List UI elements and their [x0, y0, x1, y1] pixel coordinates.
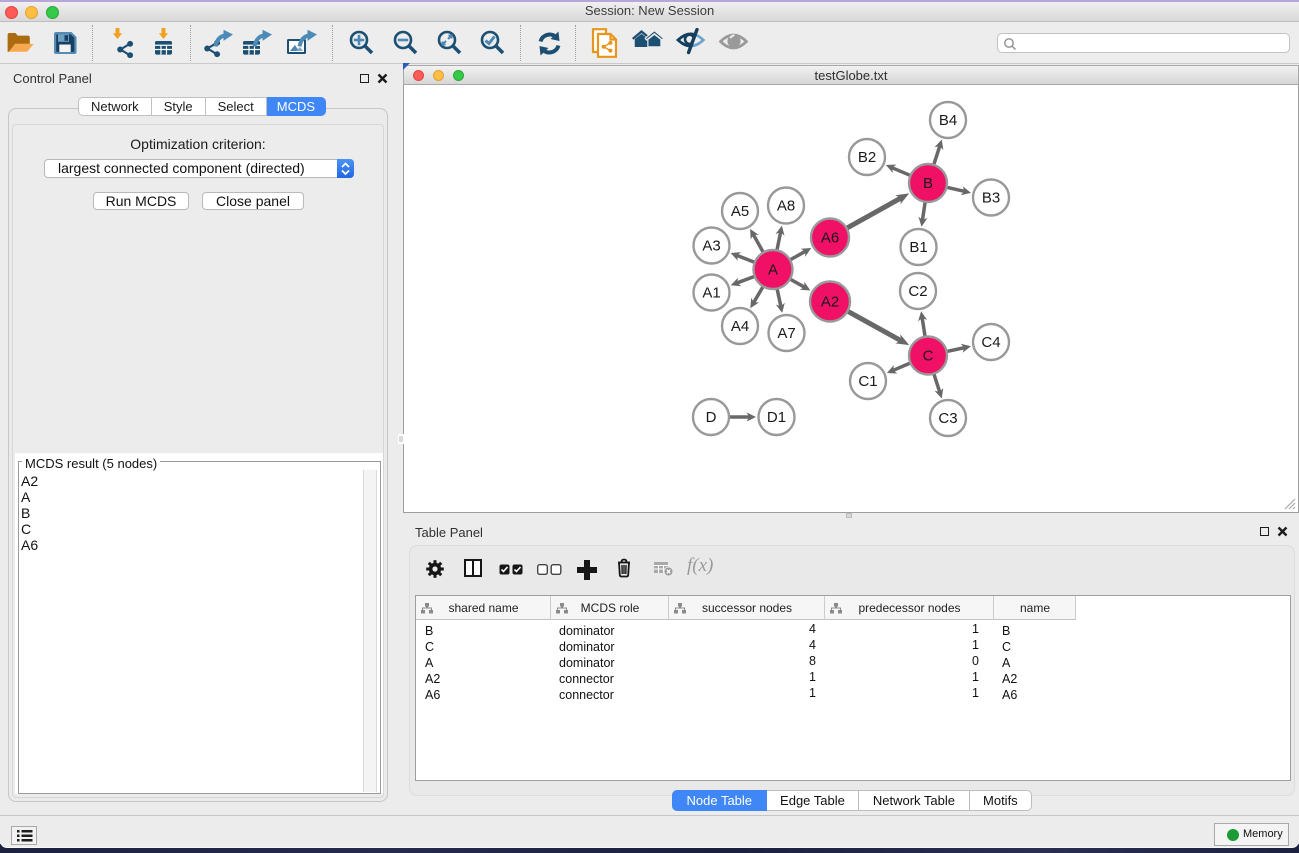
svg-text:B: B: [923, 175, 933, 192]
svg-text:C1: C1: [858, 373, 877, 390]
svg-text:A5: A5: [731, 203, 749, 220]
svg-text:A7: A7: [777, 325, 795, 342]
svg-text:C3: C3: [938, 410, 957, 427]
svg-text:C2: C2: [908, 283, 927, 300]
svg-text:B4: B4: [939, 112, 957, 129]
svg-text:B1: B1: [909, 239, 927, 256]
svg-text:A: A: [768, 262, 778, 279]
svg-text:C4: C4: [981, 334, 1000, 351]
svg-text:A8: A8: [777, 198, 795, 215]
svg-text:C: C: [923, 348, 934, 365]
svg-text:A3: A3: [702, 238, 720, 255]
svg-text:A1: A1: [702, 285, 720, 302]
svg-text:B2: B2: [858, 149, 876, 166]
svg-text:B3: B3: [982, 190, 1000, 207]
svg-text:D1: D1: [767, 409, 786, 426]
svg-text:A4: A4: [731, 318, 749, 335]
svg-text:A2: A2: [821, 294, 839, 311]
svg-text:D: D: [706, 409, 717, 426]
svg-text:A6: A6: [821, 230, 839, 247]
